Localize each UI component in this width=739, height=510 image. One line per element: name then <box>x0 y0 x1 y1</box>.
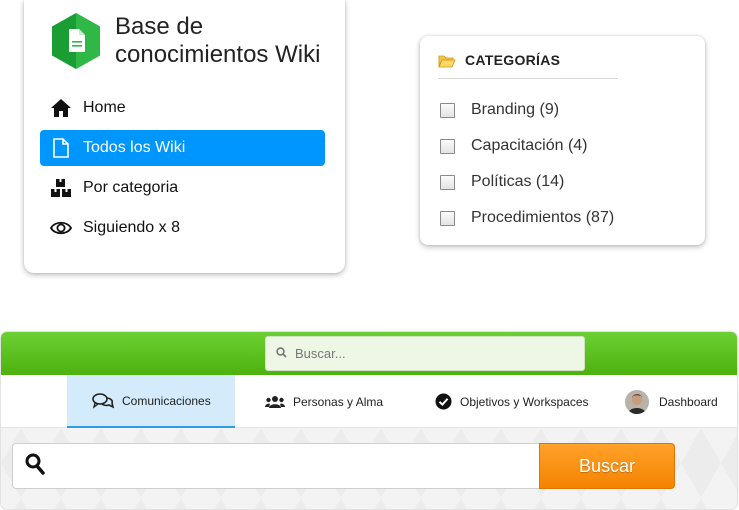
category-label: Capacitación (4) <box>471 137 588 154</box>
top-search-field[interactable]: Buscar... <box>265 336 585 371</box>
categories-title: CATEGORÍAS <box>465 52 561 68</box>
tab-objetivos-y-workspaces[interactable]: Objetivos y Workspaces <box>435 375 589 428</box>
category-checkbox[interactable] <box>440 174 455 190</box>
wiki-card: Base de conocimientos Wiki Home Todos lo… <box>24 0 345 273</box>
buscar-button[interactable]: Buscar <box>539 443 675 489</box>
tab-bar: Comunicaciones Personas y Alma Objetivos… <box>1 375 737 428</box>
nav-item-label: Siguiendo x 8 <box>83 219 180 236</box>
home-icon <box>49 96 73 120</box>
search-band: Buscar <box>1 428 737 509</box>
nav-item-label: Por categoria <box>83 179 179 196</box>
nav-item-home[interactable]: Home <box>40 90 325 126</box>
categories-card: CATEGORÍAS Branding (9) Capacitación (4)… <box>420 36 705 245</box>
category-checkbox[interactable] <box>440 102 455 118</box>
nav-item-label: Todos los Wiki <box>83 139 186 156</box>
top-bar: Buscar... <box>1 332 737 375</box>
nav-item-label: Home <box>83 99 126 116</box>
category-item[interactable]: Capacitación (4) <box>440 128 614 164</box>
category-label: Procedimientos (87) <box>471 209 615 226</box>
chat-bubbles-icon <box>92 392 114 409</box>
top-search-placeholder: Buscar... <box>295 346 346 361</box>
search-icon <box>276 346 287 361</box>
tab-label: Comunicaciones <box>122 393 211 408</box>
boxes-icon <box>49 176 73 200</box>
nav-item-siguiendo[interactable]: Siguiendo x 8 <box>40 210 325 246</box>
nav-item-por-categoria[interactable]: Por categoria <box>40 170 325 206</box>
eye-icon <box>49 216 73 240</box>
tab-comunicaciones[interactable]: Comunicaciones <box>67 375 235 428</box>
category-item[interactable]: Branding (9) <box>440 92 614 128</box>
category-item[interactable]: Procedimientos (87) <box>440 200 614 236</box>
category-label: Branding (9) <box>471 101 560 118</box>
tab-dashboard[interactable]: Dashboard <box>625 375 718 428</box>
tab-label: Dashboard <box>659 394 718 409</box>
categories-header: CATEGORÍAS <box>438 52 618 79</box>
tab-personas-y-alma[interactable]: Personas y Alma <box>265 375 383 428</box>
document-icon <box>49 136 73 160</box>
search-icon <box>25 453 45 480</box>
avatar <box>625 389 649 414</box>
main-search-field[interactable] <box>12 443 540 489</box>
file-hexagon-icon <box>52 13 100 69</box>
tab-label: Objetivos y Workspaces <box>460 394 589 409</box>
users-icon <box>265 395 285 409</box>
category-item[interactable]: Políticas (14) <box>440 164 614 200</box>
nav-item-todos-los-wiki[interactable]: Todos los Wiki <box>40 130 325 166</box>
check-circle-icon <box>435 393 452 410</box>
folder-open-icon <box>438 55 456 68</box>
wiki-nav: Home Todos los Wiki Por categoria Siguie… <box>40 90 325 250</box>
app-frame: Buscar... Comunicaciones Personas y Alma… <box>1 332 737 509</box>
tab-label: Personas y Alma <box>293 394 384 409</box>
wiki-title: Base de conocimientos Wiki <box>115 13 321 68</box>
categories-list: Branding (9) Capacitación (4) Políticas … <box>440 92 614 236</box>
category-label: Políticas (14) <box>471 173 565 190</box>
category-checkbox[interactable] <box>440 138 455 154</box>
category-checkbox[interactable] <box>440 210 455 226</box>
